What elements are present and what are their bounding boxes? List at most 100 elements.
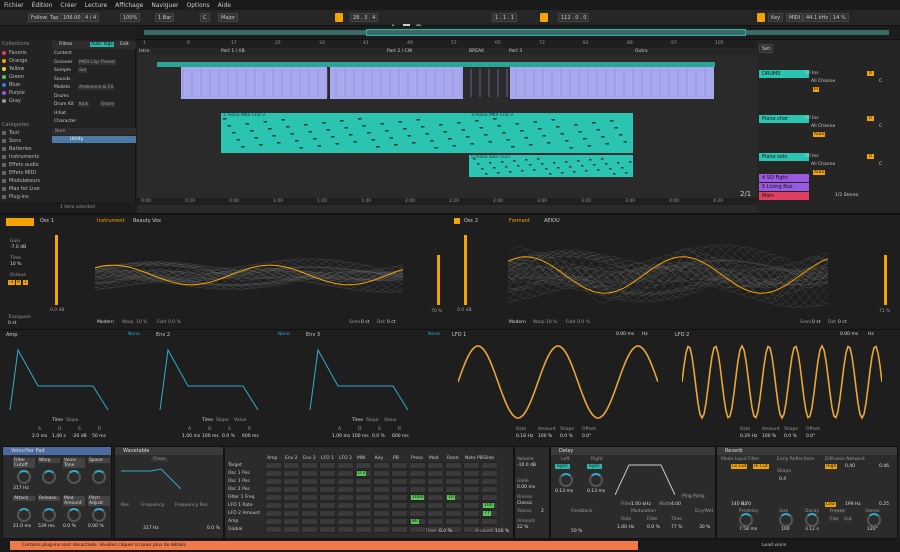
unison-value[interactable]: Classic xyxy=(517,501,533,506)
osc1-mode[interactable]: Modern xyxy=(97,320,114,325)
low-button[interactable]: Low xyxy=(825,502,836,507)
mod-cell[interactable] xyxy=(391,502,408,509)
mod-cell[interactable] xyxy=(445,502,462,509)
mod-cell[interactable] xyxy=(283,526,300,533)
mod-row-label[interactable]: Osc 2 Pos xyxy=(228,487,250,492)
osc1-type-value[interactable]: Beauty Vox xyxy=(133,218,161,224)
track-monitor[interactable]: In xyxy=(813,87,820,92)
track-volume[interactable]: 0 xyxy=(867,116,874,121)
mod-cell[interactable] xyxy=(337,478,354,485)
mod-cell[interactable] xyxy=(265,470,282,477)
mod-row-label[interactable]: Osc 1 Pos xyxy=(228,471,250,476)
ping-pong-button[interactable]: Ping Pong xyxy=(680,494,707,499)
mod-cell[interactable] xyxy=(463,510,480,517)
mod-cell[interactable] xyxy=(283,462,300,469)
mod-row-label[interactable]: LFO 1 Rate xyxy=(228,503,253,508)
mod-row-label[interactable]: LFO 2 Amount xyxy=(228,511,260,516)
rack-macro-knob[interactable] xyxy=(67,508,81,522)
mod-cell[interactable] xyxy=(355,494,372,501)
predelay-knob[interactable] xyxy=(739,513,753,527)
osc2-fold[interactable]: 0.0 % xyxy=(577,320,590,325)
lfo1-attack[interactable]: 0.00 ms xyxy=(616,332,634,337)
mod-cell[interactable] xyxy=(319,526,336,533)
mod-cell[interactable] xyxy=(409,526,426,533)
mod-cell[interactable] xyxy=(265,462,282,469)
adsr-value[interactable]: 100 ms xyxy=(352,434,369,439)
mod-time[interactable]: 0.0 % xyxy=(439,529,452,534)
arrangement-view[interactable]: 1 9 17 25 33 41 49 57 65 73 81 89 97 105 Intro Part 1 … xyxy=(137,40,757,213)
mod-cell[interactable] xyxy=(319,494,336,501)
mod-cell[interactable] xyxy=(409,462,426,469)
filter-tag[interactable]: Kick xyxy=(78,102,90,107)
mod-cell[interactable] xyxy=(265,486,282,493)
arrangement-record-icon[interactable] xyxy=(335,13,343,22)
category-item[interactable]: Max for Live xyxy=(2,186,40,193)
envelope-curve[interactable] xyxy=(158,344,288,414)
overview-view-box[interactable] xyxy=(366,29,746,36)
delay-filter-value[interactable]: 1.00 kHz xyxy=(631,502,651,507)
mod-cell[interactable] xyxy=(319,502,336,509)
mod-cell[interactable] xyxy=(283,502,300,509)
menu-naviguer[interactable]: Naviguer xyxy=(151,2,178,9)
zoom-field[interactable]: 100% xyxy=(120,13,141,22)
quantize-field[interactable]: 1 Bar xyxy=(155,13,175,22)
env-mode[interactable]: None xyxy=(278,332,290,337)
browser-selected-row[interactable]: Utility xyxy=(52,136,136,143)
filter-label[interactable]: Character xyxy=(54,119,76,124)
rack-macro-knob[interactable] xyxy=(42,470,56,484)
track-pan[interactable]: C xyxy=(879,162,882,167)
mod-cell[interactable] xyxy=(481,518,498,525)
lfo2-hz[interactable]: Hz xyxy=(868,332,874,337)
mod-cell[interactable] xyxy=(391,486,408,493)
rack-macro-label[interactable]: Release xyxy=(38,496,60,501)
key-label[interactable]: Key xyxy=(768,13,784,22)
filter-curve[interactable] xyxy=(121,465,181,489)
menu-creer[interactable]: Créer xyxy=(60,2,76,9)
osc2-type-label[interactable]: Formant xyxy=(509,218,530,224)
mod-cell[interactable] xyxy=(409,502,426,509)
menu-options[interactable]: Options xyxy=(187,2,210,9)
mod-cell[interactable] xyxy=(319,518,336,525)
mixer-track-2[interactable]: Piano solo xyxy=(759,153,809,161)
hi-cut-button[interactable]: Hi Cut xyxy=(753,464,769,469)
flat-button[interactable]: Flat xyxy=(829,517,840,522)
mod-cell[interactable] xyxy=(445,478,462,485)
delay-width-value[interactable]: 4.00 xyxy=(671,502,681,507)
lfo2-attack[interactable]: 0.00 ms xyxy=(840,332,858,337)
osc1-type-label[interactable]: Instrument xyxy=(97,218,125,224)
filter-tag[interactable]: MIDI Clip xyxy=(78,59,100,65)
mod-cell[interactable] xyxy=(355,518,372,525)
mod-value[interactable]: 10 xyxy=(447,495,455,500)
octave-down[interactable]: -1 xyxy=(8,280,15,285)
voices-value[interactable]: 2 xyxy=(541,509,544,514)
mod-row-label[interactable]: Target xyxy=(228,463,242,468)
key-map-icon[interactable] xyxy=(757,13,765,22)
osc2-warp[interactable]: 10 % xyxy=(546,320,557,325)
track-pan[interactable]: C xyxy=(879,124,882,129)
osc1-fold[interactable]: 0.0 % xyxy=(168,320,181,325)
lfo1-display[interactable] xyxy=(458,342,658,422)
mod-cell[interactable] xyxy=(427,470,444,477)
mod-cell[interactable] xyxy=(265,478,282,485)
stereo-value[interactable]: 120° xyxy=(867,527,878,532)
high-button[interactable]: High xyxy=(825,464,838,469)
osc2-mode[interactable]: Modern xyxy=(509,320,526,325)
size-value[interactable]: 100 xyxy=(781,527,790,532)
mod-cell[interactable] xyxy=(481,494,498,501)
mixer-track-0[interactable]: DRUMS xyxy=(759,70,809,78)
mod-row-label[interactable]: Global xyxy=(228,527,242,532)
track-pan[interactable]: C xyxy=(879,79,882,84)
rack-macro-label[interactable]: Filter Cutoff xyxy=(13,458,35,468)
filter2-value[interactable]: 0.0 % xyxy=(647,525,660,530)
delay-filter-curve[interactable] xyxy=(615,459,675,495)
mod-amount[interactable]: 100 % xyxy=(495,529,509,534)
mod-cell[interactable] xyxy=(319,470,336,477)
filter-label[interactable]: Sounds xyxy=(54,77,71,82)
adsr-value[interactable]: 600 ms xyxy=(242,434,259,439)
amount-value[interactable]: 22 % xyxy=(517,525,528,530)
track-channel[interactable]: All Channe xyxy=(811,124,835,129)
menu-aide[interactable]: Aide xyxy=(218,2,231,9)
mod-cell[interactable] xyxy=(427,486,444,493)
mod-value[interactable]: 1000 xyxy=(411,495,425,500)
loop-length-field[interactable]: 112 . 0 . 0 xyxy=(558,13,590,22)
